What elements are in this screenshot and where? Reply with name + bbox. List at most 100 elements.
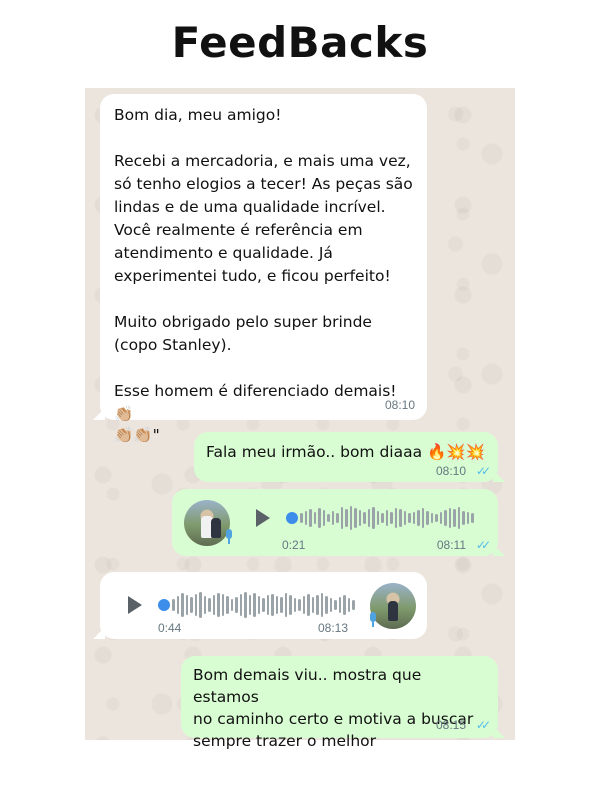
waveform-bar	[300, 513, 303, 523]
waveform-bar	[212, 595, 215, 615]
waveform-bar	[253, 593, 256, 617]
waveform-bar	[203, 596, 206, 614]
waveform-bar	[221, 594, 224, 616]
waveform-bar	[244, 592, 247, 618]
waveform-bar	[457, 507, 460, 529]
waveform-bar	[322, 510, 325, 526]
waveform-bar	[181, 593, 184, 617]
page-title: FeedBacks	[171, 18, 429, 67]
waveform-bar	[466, 512, 469, 524]
avatar-photo-figure	[211, 518, 221, 538]
waveform-bar	[185, 595, 188, 615]
play-icon[interactable]	[128, 596, 142, 614]
waveform-bar	[462, 511, 465, 525]
waveform-bar	[309, 509, 312, 527]
audio-duration: 0:21	[282, 538, 306, 552]
waveform-bar	[248, 595, 251, 615]
waveform-bar	[217, 593, 220, 617]
waveform-bar	[343, 595, 346, 615]
waveform-bar	[280, 597, 283, 613]
waveform-bar	[239, 594, 242, 616]
double-check-icon: ✓✓	[475, 718, 491, 732]
waveform-bar	[421, 508, 424, 528]
message-time: 08:15	[435, 718, 466, 732]
play-icon[interactable]	[256, 509, 270, 527]
waveform-bar	[293, 598, 296, 612]
waveform-bar	[304, 511, 307, 525]
waveform-bar	[385, 510, 388, 526]
waveform-bar	[329, 598, 332, 612]
waveform-bar	[412, 512, 415, 524]
waveform-bar	[271, 594, 274, 616]
waveform-bar	[199, 592, 202, 618]
waveform-bar	[408, 513, 411, 523]
waveform-bar	[394, 508, 397, 528]
waveform-bar	[275, 596, 278, 614]
waveform-bar	[372, 507, 375, 529]
message-time: 08:10	[435, 464, 466, 478]
waveform-bar	[430, 513, 433, 523]
double-check-icon: ✓✓	[475, 538, 491, 552]
waveform-bar	[311, 597, 314, 613]
outgoing-message[interactable]: Fala meu irmão.. bom diaaa 🔥💥💥 08:10 ✓✓	[194, 432, 505, 482]
avatar-photo-figure	[388, 601, 398, 621]
waveform-bar	[313, 512, 316, 524]
incoming-voice-message[interactable]: 0:44 08:13	[93, 572, 427, 639]
waveform-bar	[336, 513, 339, 523]
waveform-bar	[316, 595, 319, 615]
waveform-bar	[345, 509, 348, 527]
waveform-bar	[172, 599, 175, 611]
waveform-bar	[390, 512, 393, 524]
message-time: 08:13	[318, 621, 349, 635]
waveform-bar	[331, 511, 334, 525]
message-text: Bom demais viu.. mostra que estamos no c…	[193, 666, 474, 750]
waveform-bar	[444, 510, 447, 526]
waveform-bar	[266, 595, 269, 615]
waveform-bar	[257, 596, 260, 614]
playback-position-dot[interactable]	[158, 599, 170, 611]
waveform-bar	[349, 506, 352, 530]
waveform-bar	[327, 514, 330, 522]
waveform-bar	[262, 598, 265, 612]
waveform-bar	[340, 507, 343, 529]
audio-waveform[interactable]	[172, 592, 355, 618]
waveform-bar	[307, 594, 310, 616]
waveform-bar	[176, 596, 179, 614]
waveform-bar	[194, 594, 197, 616]
waveform-bar	[471, 513, 474, 523]
waveform-bar	[298, 599, 301, 611]
waveform-bar	[417, 510, 420, 526]
waveform-bar	[381, 513, 384, 523]
message-text: Bom dia, meu amigo! Recebi a mercadoria,…	[114, 106, 413, 423]
outgoing-message[interactable]: Bom demais viu.. mostra que estamos no c…	[181, 656, 505, 750]
waveform-bar	[284, 593, 287, 617]
mic-icon	[368, 612, 378, 628]
waveform-bar	[318, 508, 321, 528]
audio-duration: 0:44	[158, 621, 182, 635]
waveform-bar	[367, 509, 370, 527]
waveform-bar	[358, 510, 361, 526]
waveform-bar	[363, 512, 366, 524]
waveform-bar	[448, 508, 451, 528]
waveform-bar	[403, 511, 406, 525]
playback-position-dot[interactable]	[286, 512, 298, 524]
waveform-bar	[190, 597, 193, 613]
message-time: 08:10	[384, 398, 415, 412]
waveform-bar	[302, 596, 305, 614]
waveform-bar	[435, 514, 438, 522]
waveform-bar	[354, 508, 357, 528]
waveform-bar	[226, 596, 229, 614]
incoming-message[interactable]: Bom dia, meu amigo! Recebi a mercadoria,…	[93, 94, 427, 444]
outgoing-voice-message[interactable]: 0:21 08:11 ✓✓	[172, 489, 505, 556]
waveform-bar	[376, 511, 379, 525]
audio-waveform[interactable]	[300, 505, 474, 531]
waveform-bar	[347, 598, 350, 612]
waveform-bar	[453, 509, 456, 527]
message-time: 08:11	[436, 538, 466, 552]
waveform-bar	[439, 512, 442, 524]
waveform-bar	[289, 595, 292, 615]
waveform-bar	[230, 599, 233, 611]
waveform-bar	[399, 509, 402, 527]
mic-icon	[224, 529, 234, 545]
waveform-bar	[208, 598, 211, 612]
